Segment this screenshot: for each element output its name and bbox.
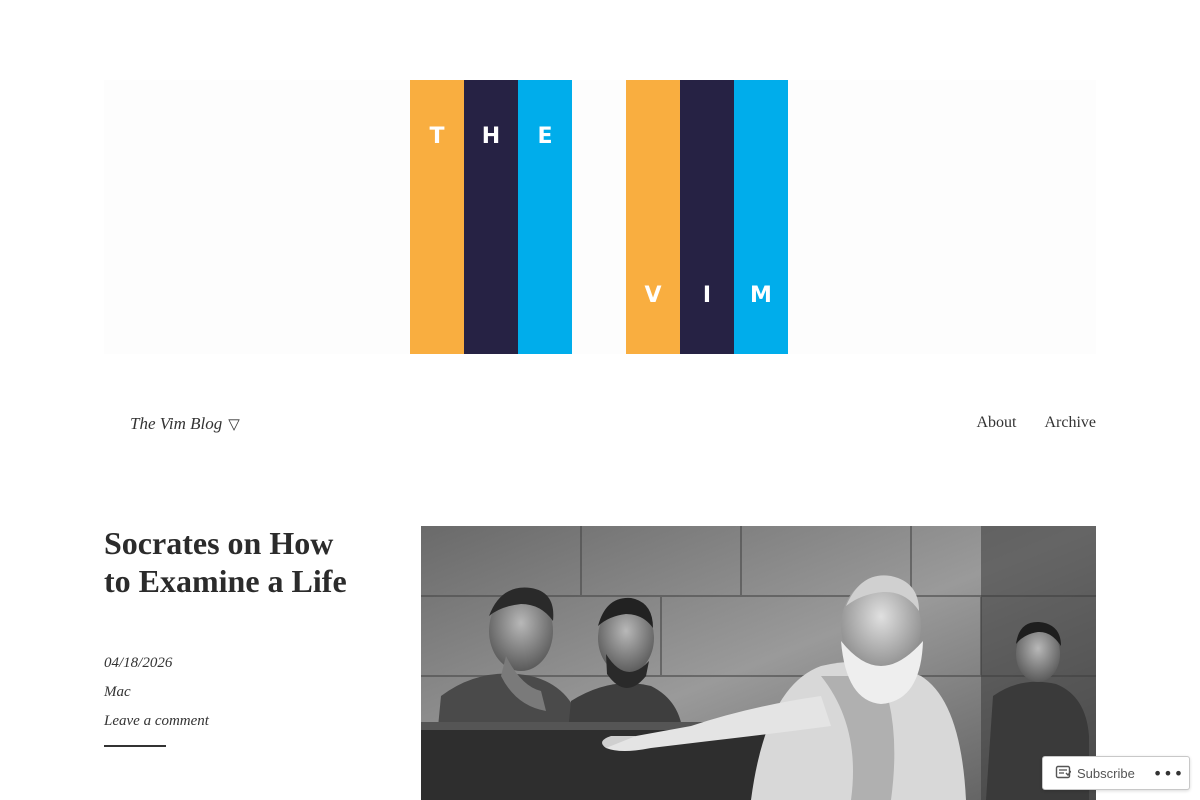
logo-stripe-orange: V xyxy=(626,80,680,354)
featured-image[interactable] xyxy=(421,526,1096,800)
leave-comment-link[interactable]: Leave a comment xyxy=(104,713,209,730)
logo-stripe-orange: T xyxy=(410,80,464,354)
logo-stripe-blue: M xyxy=(734,80,788,354)
site-title-text: The Vim Blog xyxy=(130,414,223,433)
post-date-link[interactable]: 04/18/2026 xyxy=(104,655,172,672)
logo-vim: V I M xyxy=(626,80,788,354)
logo-letter: T xyxy=(429,124,445,149)
logo-letter: V xyxy=(644,283,662,308)
site-title-link[interactable]: The Vim Blog ▽ xyxy=(130,414,240,434)
logo-stripe-navy: I xyxy=(680,80,734,354)
subscribe-button[interactable]: Subscribe xyxy=(1043,757,1143,789)
main-nav: About Archive xyxy=(976,414,1096,432)
meta-divider xyxy=(104,745,166,747)
post-title[interactable]: Socrates on How to Examine a Life xyxy=(104,524,364,600)
logo-letter: E xyxy=(537,124,553,149)
nav-item-archive[interactable]: Archive xyxy=(1044,414,1096,432)
logo-stripe-blue: E xyxy=(518,80,572,354)
subscribe-bar: Subscribe ••• xyxy=(1042,756,1190,790)
nav-item-about[interactable]: About xyxy=(976,414,1016,432)
subscribe-label: Subscribe xyxy=(1077,765,1135,781)
logo-stripe-navy: H xyxy=(464,80,518,354)
triangle-down-icon: ▽ xyxy=(228,416,240,433)
header-banner[interactable]: T H E V I M xyxy=(104,80,1096,354)
post-author-link[interactable]: Mac xyxy=(104,684,131,701)
more-options-icon[interactable]: ••• xyxy=(1143,757,1194,789)
logo-letter: H xyxy=(481,124,501,149)
reader-icon xyxy=(1055,764,1072,783)
logo-letter: M xyxy=(750,283,772,308)
featured-image-engraving xyxy=(421,526,1096,800)
logo-letter: I xyxy=(702,283,712,308)
logo-the: T H E xyxy=(410,80,572,354)
